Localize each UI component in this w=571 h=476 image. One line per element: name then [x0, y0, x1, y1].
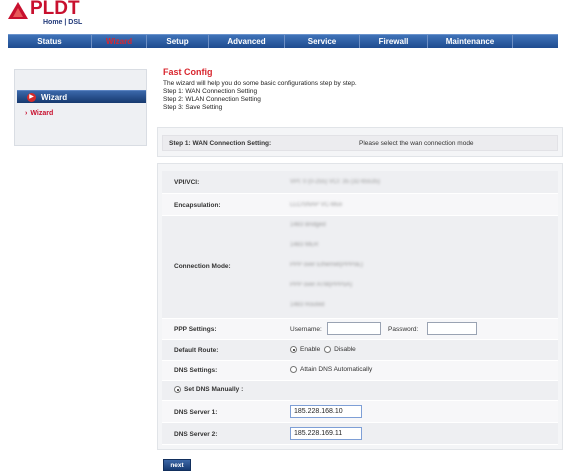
- vpi-vci-row: VPI/VCI: VPI: 0 (0-255) VCI: 35 (32-6553…: [162, 171, 558, 194]
- dns-server-1-label: DNS Server 1:: [174, 409, 218, 416]
- dns-server-1-row: DNS Server 1: 185.228.168.10: [162, 401, 558, 423]
- dns-server-1-input[interactable]: 185.228.168.10: [290, 405, 362, 418]
- default-route-options: Enable Disable: [290, 346, 356, 353]
- wan-form: VPI/VCI: VPI: 0 (0-255) VCI: 35 (32-6553…: [157, 163, 563, 450]
- ppp-settings-label: PPP Settings:: [174, 326, 217, 333]
- dns-server-2-row: DNS Server 2: 185.228.169.11: [162, 423, 558, 445]
- intro-line: The wizard will help you do some basic c…: [163, 80, 357, 87]
- ppp-settings-row: PPP Settings: Username: Password:: [162, 319, 558, 340]
- pldt-logo: PLDT Home | DSL: [8, 0, 128, 30]
- connection-mode-row: Connection Mode: 1483 Bridged 1483 MER P…: [162, 216, 558, 319]
- brand-sub: Home | DSL: [43, 19, 83, 26]
- intro-line: Step 1: WAN Connection Setting: [163, 88, 258, 95]
- username-input[interactable]: [327, 322, 381, 335]
- pldt-logo-icon: [8, 2, 28, 19]
- dns-server-2-label: DNS Server 2:: [174, 431, 218, 438]
- sidebar-item-wizard[interactable]: › Wizard: [25, 110, 53, 117]
- attain-dns-label: Attain DNS Automatically: [300, 366, 373, 374]
- disable-radio[interactable]: [324, 346, 332, 353]
- connection-mode-option[interactable]: 1483 Bridged: [290, 222, 326, 228]
- intro-description: The wizard will help you do some basic c…: [163, 80, 357, 112]
- sidebar-header-label: Wizard: [41, 93, 68, 102]
- brand-name: PLDT: [30, 0, 80, 19]
- intro-line: Step 3: Save Setting: [163, 104, 223, 111]
- step-panel: Step 1: WAN Connection Setting: Please s…: [157, 127, 563, 157]
- connection-mode-option[interactable]: 1483 Routed: [290, 302, 324, 308]
- tab-maintenance[interactable]: Maintenance: [428, 35, 513, 48]
- tab-setup[interactable]: Setup: [147, 35, 209, 48]
- step-hint: Please select the wan connection mode: [359, 140, 474, 147]
- disable-label: Disable: [334, 346, 356, 354]
- encapsulation-row: Encapsulation: LLC/SNAP VC-Mux: [162, 194, 558, 216]
- top-nav: Status Wizard Setup Advanced Service Fir…: [8, 34, 558, 48]
- password-input[interactable]: [427, 322, 477, 335]
- tab-status[interactable]: Status: [8, 35, 92, 48]
- default-route-row: Default Route: Enable Disable: [162, 340, 558, 361]
- dns-settings-row: DNS Settings: Attain DNS Automatically: [162, 361, 558, 381]
- tab-service[interactable]: Service: [285, 35, 360, 48]
- set-dns-manually-row: Set DNS Manually :: [162, 381, 558, 401]
- dns-server-2-input[interactable]: 185.228.169.11: [290, 427, 362, 440]
- tab-firewall[interactable]: Firewall: [360, 35, 428, 48]
- step-label: Step 1: WAN Connection Setting:: [169, 140, 272, 147]
- attain-dns-option: Attain DNS Automatically: [290, 366, 372, 373]
- connection-mode-option[interactable]: 1483 MER: [290, 242, 318, 248]
- set-dns-manually-option: Set DNS Manually :: [174, 386, 243, 393]
- vpi-vci-value[interactable]: VPI: 0 (0-255) VCI: 35 (32-65535): [290, 179, 380, 185]
- set-dns-manually-radio[interactable]: [174, 386, 181, 393]
- connection-mode-option[interactable]: PPP over Ethernet(PPPoE): [290, 262, 363, 268]
- page-title: Fast Config: [163, 67, 213, 77]
- set-dns-manually-label: Set DNS Manually :: [184, 386, 244, 394]
- tab-advanced[interactable]: Advanced: [209, 35, 285, 48]
- default-route-label: Default Route:: [174, 347, 219, 354]
- encapsulation-label: Encapsulation:: [174, 202, 221, 209]
- chevron-right-icon: ›: [25, 110, 28, 117]
- password-label: Password:: [388, 326, 419, 333]
- sidebar: ▶ Wizard › Wizard: [14, 69, 147, 146]
- username-label: Username:: [290, 326, 322, 333]
- next-button[interactable]: next: [163, 459, 191, 471]
- arrow-right-icon: ▶: [27, 93, 36, 102]
- sidebar-item-label: Wizard: [30, 110, 54, 117]
- sidebar-header[interactable]: ▶ Wizard: [17, 90, 146, 103]
- encapsulation-options[interactable]: LLC/SNAP VC-Mux: [290, 202, 342, 208]
- step-row: Step 1: WAN Connection Setting: Please s…: [162, 135, 558, 151]
- connection-mode-option[interactable]: PPP over ATM(PPPoA): [290, 282, 352, 288]
- dns-settings-label: DNS Settings:: [174, 367, 218, 374]
- enable-label: Enable: [300, 346, 321, 354]
- vpi-vci-label: VPI/VCI:: [174, 179, 200, 186]
- connection-mode-label: Connection Mode:: [174, 263, 231, 270]
- tab-wizard[interactable]: Wizard: [92, 35, 147, 48]
- enable-radio[interactable]: [290, 346, 297, 353]
- intro-line: Step 2: WLAN Connection Setting: [163, 96, 261, 103]
- attain-dns-radio[interactable]: [290, 366, 297, 373]
